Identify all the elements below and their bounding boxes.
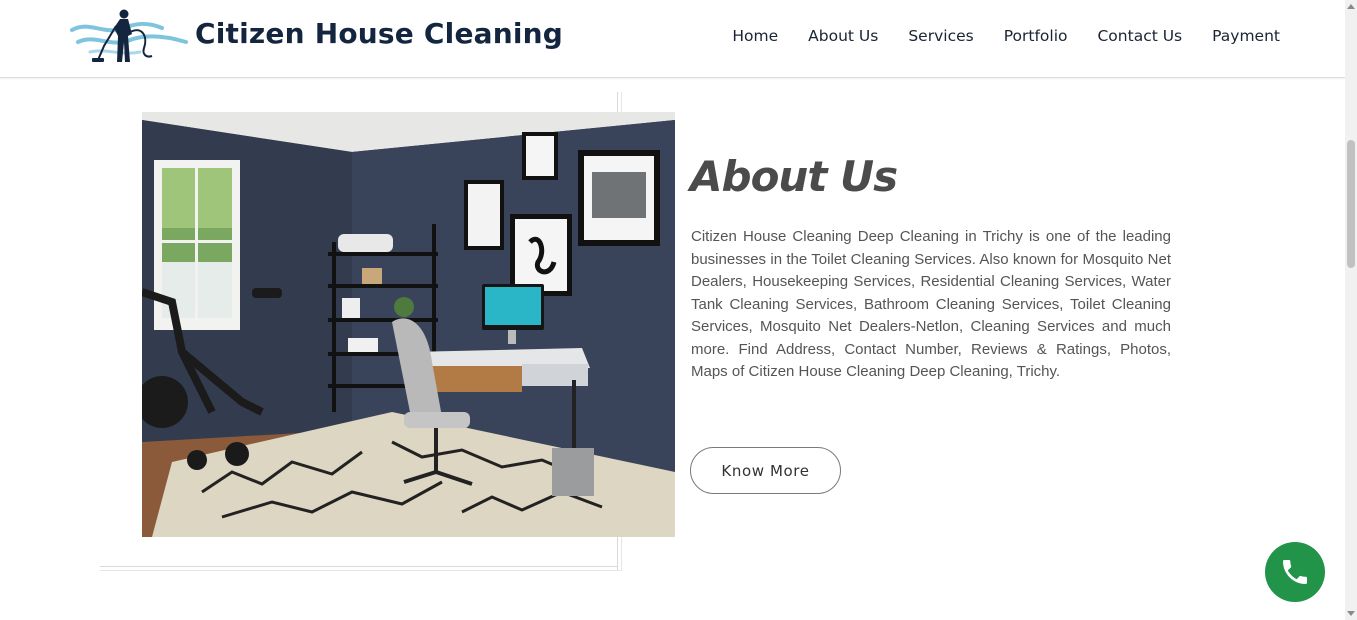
site-header: Citizen House Cleaning Home About Us Ser… — [0, 0, 1345, 78]
about-description: Citizen House Cleaning Deep Cleaning in … — [691, 228, 1171, 380]
scroll-up-arrow-icon[interactable] — [1347, 4, 1355, 9]
scroll-thumb[interactable] — [1347, 140, 1355, 268]
main-nav: Home About Us Services Portfolio Contact… — [702, 27, 1280, 45]
home-office-room-photo — [142, 112, 675, 537]
nav-contact-us[interactable]: Contact Us — [1097, 27, 1182, 45]
scroll-down-arrow-icon[interactable] — [1347, 611, 1355, 616]
nav-portfolio[interactable]: Portfolio — [1004, 27, 1068, 45]
nav-services[interactable]: Services — [908, 27, 973, 45]
frame-line — [100, 566, 618, 567]
brand-title[interactable]: Citizen House Cleaning — [195, 17, 563, 50]
nav-payment[interactable]: Payment — [1212, 27, 1280, 45]
nav-about-us[interactable]: About Us — [808, 27, 878, 45]
know-more-button[interactable]: Know More — [690, 447, 841, 494]
cleaner-with-vacuum-icon — [70, 9, 188, 62]
phone-icon — [1283, 560, 1307, 584]
call-button[interactable] — [1265, 542, 1325, 602]
about-title: About Us — [690, 152, 898, 201]
frame-line — [100, 570, 622, 571]
nav-home[interactable]: Home — [732, 27, 778, 45]
logo[interactable] — [70, 6, 188, 66]
page-scrollbar[interactable] — [1345, 0, 1357, 620]
